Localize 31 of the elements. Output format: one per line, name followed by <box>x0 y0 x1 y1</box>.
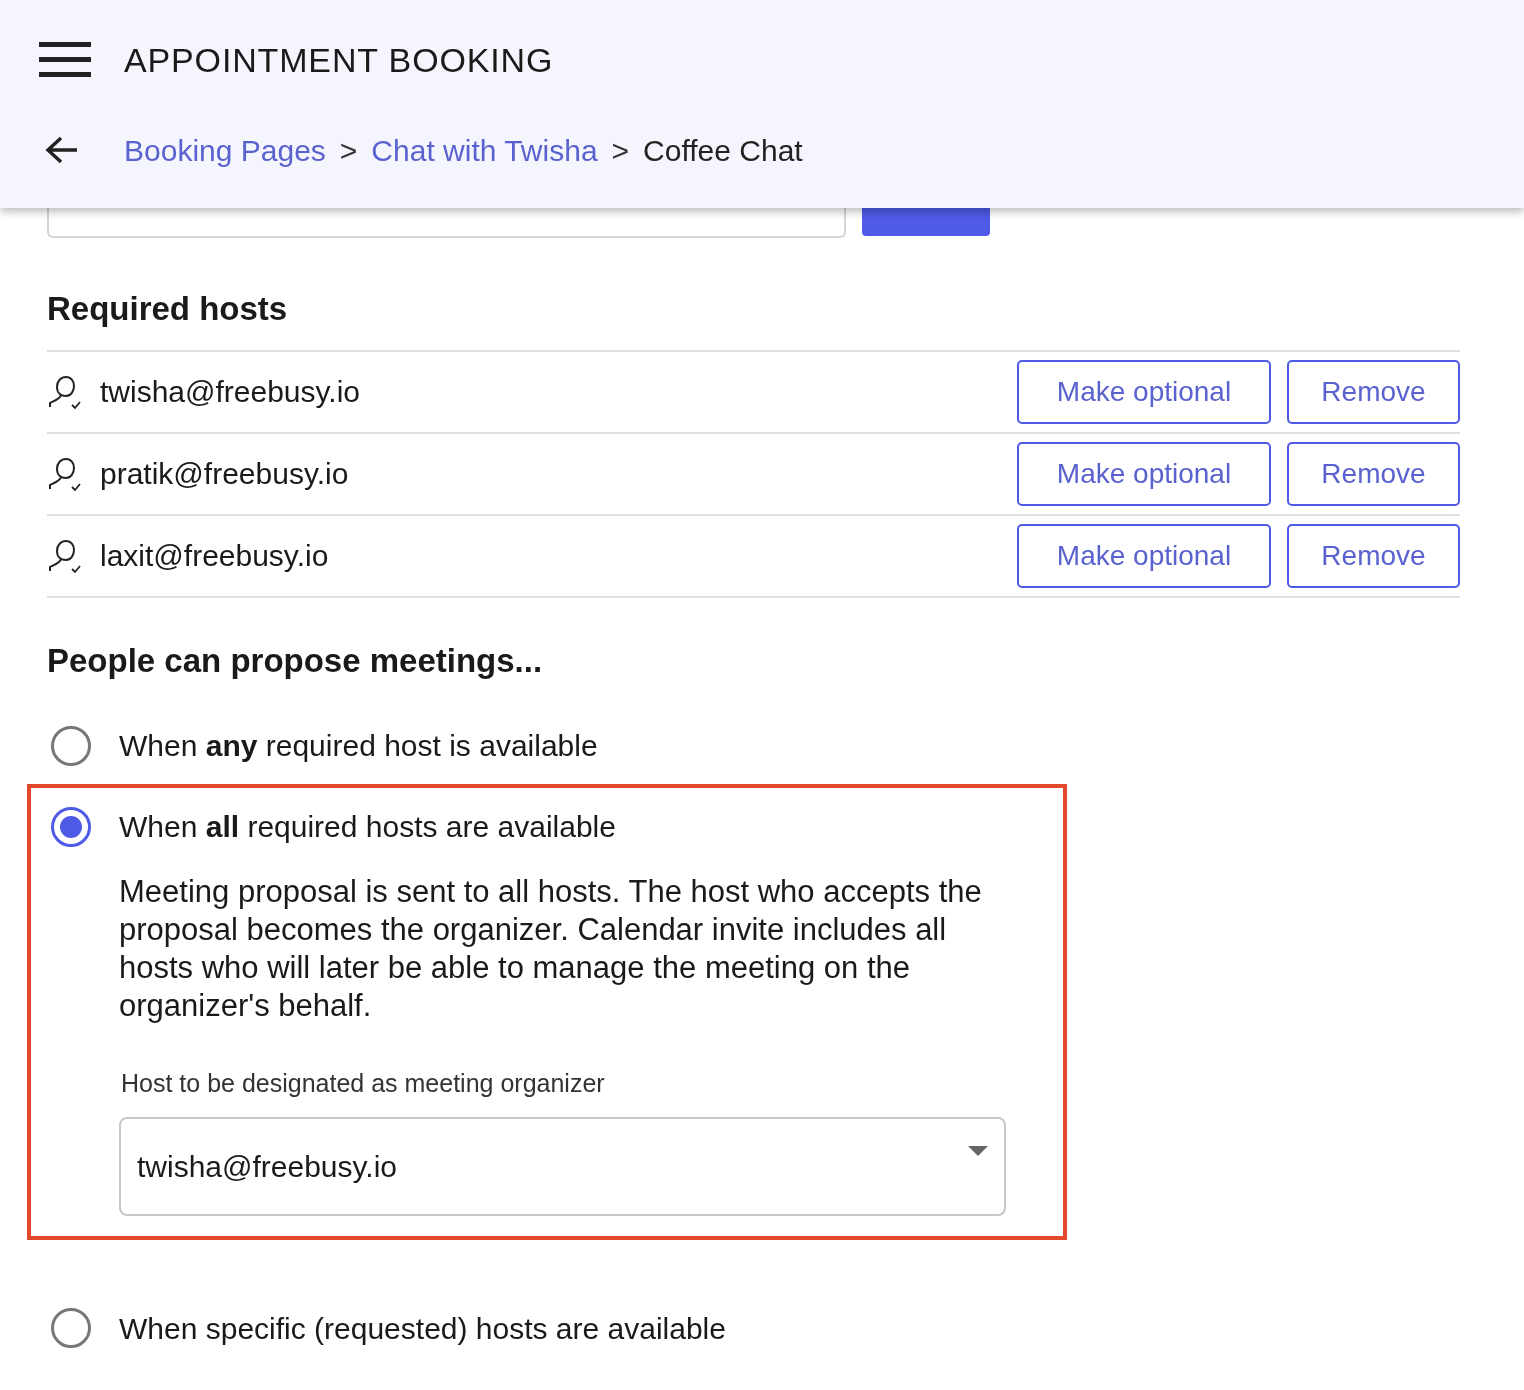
option-label[interactable]: When any required host is available <box>119 723 598 768</box>
dropdown-caret-icon <box>968 1146 988 1156</box>
radio-button[interactable] <box>51 806 91 847</box>
breadcrumb-separator: > <box>611 132 630 169</box>
breadcrumb-separator: > <box>339 132 358 169</box>
remove-button[interactable]: Remove <box>1287 441 1460 506</box>
field-label: Host to be designated as meeting organizer <box>121 1068 606 1099</box>
remove-button[interactable]: Remove <box>1287 523 1460 588</box>
option-description: Meeting proposal is sent to all hosts. The host who accepts the proposal becomes the organizer. Calendar invite includes all hosts who will later be able to manage the meeting on the organizer's behalf. <box>119 873 983 1025</box>
breadcrumb-current: Coffee Chat <box>643 132 803 169</box>
radio-button[interactable] <box>51 1308 91 1348</box>
breadcrumb-link[interactable]: Booking Pages <box>124 127 326 173</box>
host-email: twisha@freebusy.io <box>100 374 361 410</box>
app-title: APPOINTMENT BOOKING <box>124 39 554 81</box>
host-email: laxit@freebusy.io <box>100 538 330 574</box>
menu-icon[interactable] <box>39 42 91 78</box>
option-label[interactable]: When all required hosts are available <box>119 804 616 849</box>
dropdown-value: twisha@freebusy.io <box>137 1148 398 1185</box>
make-optional-button[interactable]: Make optional <box>1017 359 1271 424</box>
back-arrow-icon[interactable] <box>45 135 79 165</box>
organizer-dropdown[interactable]: twisha@freebusy.io <box>119 1116 1006 1216</box>
remove-button[interactable]: Remove <box>1287 359 1460 424</box>
breadcrumb-link[interactable]: Chat with Twisha <box>371 127 598 173</box>
make-optional-button[interactable]: Make optional <box>1017 441 1271 506</box>
text-input-field[interactable] <box>47 208 846 238</box>
section-heading: People can propose meetings... <box>47 640 544 681</box>
host-email: pratik@freebusy.io <box>100 456 350 492</box>
option-label[interactable]: When specific (requested) hosts are available <box>119 1305 726 1351</box>
make-optional-button[interactable]: Make optional <box>1017 523 1271 588</box>
radio-button[interactable] <box>51 725 91 766</box>
section-heading: Required hosts <box>47 289 289 329</box>
